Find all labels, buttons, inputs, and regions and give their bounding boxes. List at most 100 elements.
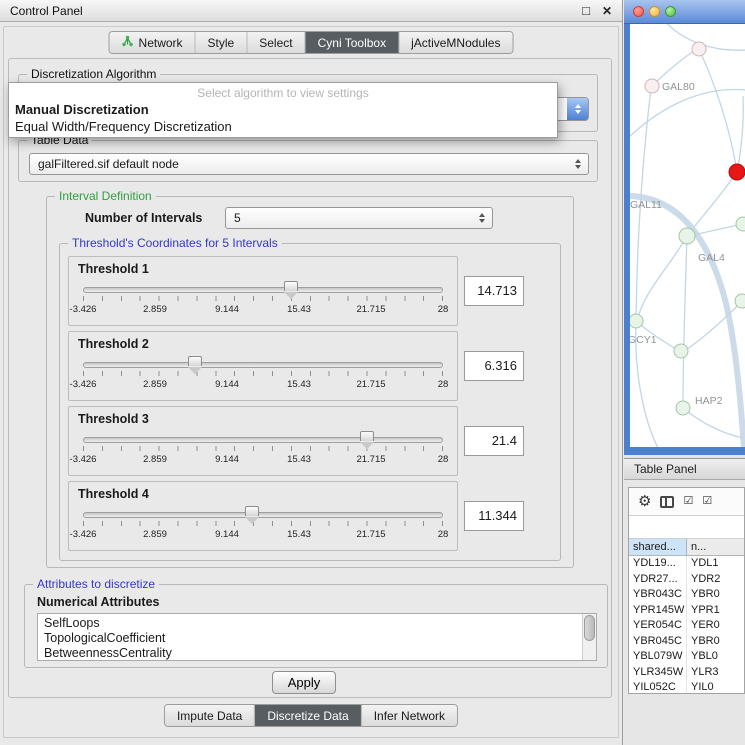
network-edge[interactable] [638,236,687,318]
table-window: ⚙ ☑ ☑ shared... n... YDL19...YDL1YDR27..… [628,487,745,694]
cell-shared-name: YBL079W [629,649,687,665]
threshold-value-input[interactable]: 21.4 [464,426,524,456]
tab-impute-data[interactable]: Impute Data [165,705,254,726]
cell-name: YBR0 [687,587,744,603]
network-edge[interactable] [693,224,743,235]
control-panel: Control Panel □ ✕ Network Style SelectCyni… [0,0,623,745]
network-node[interactable] [645,79,659,93]
network-edge[interactable] [690,172,737,232]
minimize-traffic-light[interactable] [649,6,660,17]
combo-stepper-icon[interactable] [567,98,588,120]
close-icon[interactable]: ✕ [602,4,612,18]
top-tab-strip: Network Style SelectCyni ToolboxjActiveMNo… [109,31,514,54]
attribute-list-item[interactable]: BetweennessCentrality [44,646,590,661]
slider-thumb[interactable] [360,431,374,441]
slider-tick-labels: -3.4262.8599.14415.4321.71528 [83,454,443,466]
network-node[interactable] [674,344,688,358]
network-node[interactable] [630,314,643,328]
network-node-highlighted[interactable] [729,164,745,180]
float-window-icon[interactable]: □ [582,3,590,18]
columns-icon[interactable] [660,496,674,508]
tick-label: 2.859 [143,529,167,540]
table-row[interactable]: YPR145WYPR1 [629,603,744,619]
threshold-box: Threshold 3-3.4262.8599.14415.4321.71528 [68,406,458,476]
network-window-titlebar[interactable] [624,0,745,24]
table-row[interactable]: YBL079WYBL0 [629,649,744,665]
tab-jactivemnodules[interactable]: jActiveMNodules [398,32,512,53]
network-edge[interactable] [699,49,737,172]
group-title-interval-definition: Interval Definition [55,189,156,203]
attribute-list-item[interactable]: SelfLoops [44,616,590,631]
dropdown-option[interactable]: Equal Width/Frequency Discretization [9,118,557,135]
tab-label: Style [208,36,235,50]
table-row[interactable]: YER054CYER0 [629,618,744,634]
attributes-scrollbar[interactable] [582,614,596,660]
slider-track [83,287,443,293]
network-node[interactable] [736,217,745,231]
threshold-slider[interactable]: -3.4262.8599.14415.4321.71528 [83,506,443,548]
cell-shared-name: YPR145W [629,603,687,619]
network-node[interactable] [735,294,745,308]
select-columns-checkbox-icon[interactable]: ☑ [702,496,712,507]
tab-discretize-data[interactable]: Discretize Data [254,705,360,726]
threshold-value-input[interactable]: 11.344 [464,501,524,531]
num-intervals-select[interactable]: 5 [225,207,493,229]
table-row[interactable]: YDL19...YDL1 [629,556,744,572]
table-row[interactable]: YLR345WYLR3 [629,665,744,681]
network-node[interactable] [692,42,706,56]
dropdown-placeholder-option[interactable]: Select algorithm to view settings [9,83,557,101]
table-row[interactable]: YDR27...YDR2 [629,572,744,588]
tab-network[interactable]: Network [110,32,195,53]
threshold-value-input[interactable]: 6.316 [464,351,524,381]
slider-thumb[interactable] [284,281,298,291]
dropdown-option[interactable]: Manual Discretization [9,101,557,118]
scrollbar-thumb[interactable] [584,615,595,641]
node-label: GAL11 [630,199,662,211]
apply-button[interactable]: Apply [272,671,336,694]
threshold-slider[interactable]: -3.4262.8599.14415.4321.71528 [83,431,443,473]
cell-name: YBR0 [687,634,744,650]
attribute-list-item[interactable]: TopologicalCoefficient [44,631,590,646]
cell-name: YLR3 [687,665,744,681]
table-row[interactable]: YIL052CYIL0 [629,680,744,694]
network-edge[interactable] [683,238,687,406]
close-traffic-light[interactable] [633,6,644,17]
table-row[interactable]: YBR043CYBR0 [629,587,744,603]
node-label: HAP2 [695,395,723,407]
tick-label: 21.715 [356,379,385,390]
column-header-shared-name[interactable]: shared... [629,539,687,555]
slider-thumb[interactable] [188,356,202,366]
network-edge[interactable] [737,96,743,172]
threshold-slider[interactable]: -3.4262.8599.14415.4321.71528 [83,281,443,323]
threshold-slider[interactable]: -3.4262.8599.14415.4321.71528 [83,356,443,398]
network-edge[interactable] [683,408,744,438]
select-all-checkbox-icon[interactable]: ☑ [683,496,693,507]
slider-thumb[interactable] [245,506,259,516]
tick-label: -3.426 [70,454,97,465]
table-panel-title: Table Panel [634,462,697,476]
gear-icon[interactable]: ⚙ [638,494,651,509]
column-header-name[interactable]: n... [687,539,744,555]
tick-label: 28 [438,379,449,390]
tab-cyni-toolbox[interactable]: Cyni Toolbox [305,32,398,53]
zoom-traffic-light[interactable] [665,6,676,17]
slider-minor-ticks [83,371,443,376]
table-data-select[interactable]: galFiltered.sif default node [29,153,589,175]
network-node[interactable] [676,401,690,415]
network-graph[interactable]: GAL80GAL11GAL4GCY1HAP2 [630,24,745,447]
attributes-list[interactable]: SelfLoopsTopologicalCoefficientBetweenne… [37,613,597,661]
threshold-value-input[interactable]: 14.713 [464,276,524,306]
tab-select[interactable]: Select [246,32,304,53]
panel-title: Control Panel [10,4,83,18]
algorithm-dropdown-popup: Select algorithm to view settings Manual… [8,82,558,138]
network-canvas[interactable]: GAL80GAL11GAL4GCY1HAP2 [630,24,745,447]
slider-tick-labels: -3.4262.8599.14415.4321.71528 [83,529,443,541]
tab-style[interactable]: Style [195,32,247,53]
table-row[interactable]: YBR045CYBR0 [629,634,744,650]
cell-name: YPR1 [687,603,744,619]
tab-label: Network [139,36,183,50]
group-title-attributes: Attributes to discretize [33,577,159,591]
tab-infer-network[interactable]: Infer Network [361,705,457,726]
network-node[interactable] [679,228,695,244]
thresholds-group: Threshold's Coordinates for 5 Intervals … [59,243,561,561]
